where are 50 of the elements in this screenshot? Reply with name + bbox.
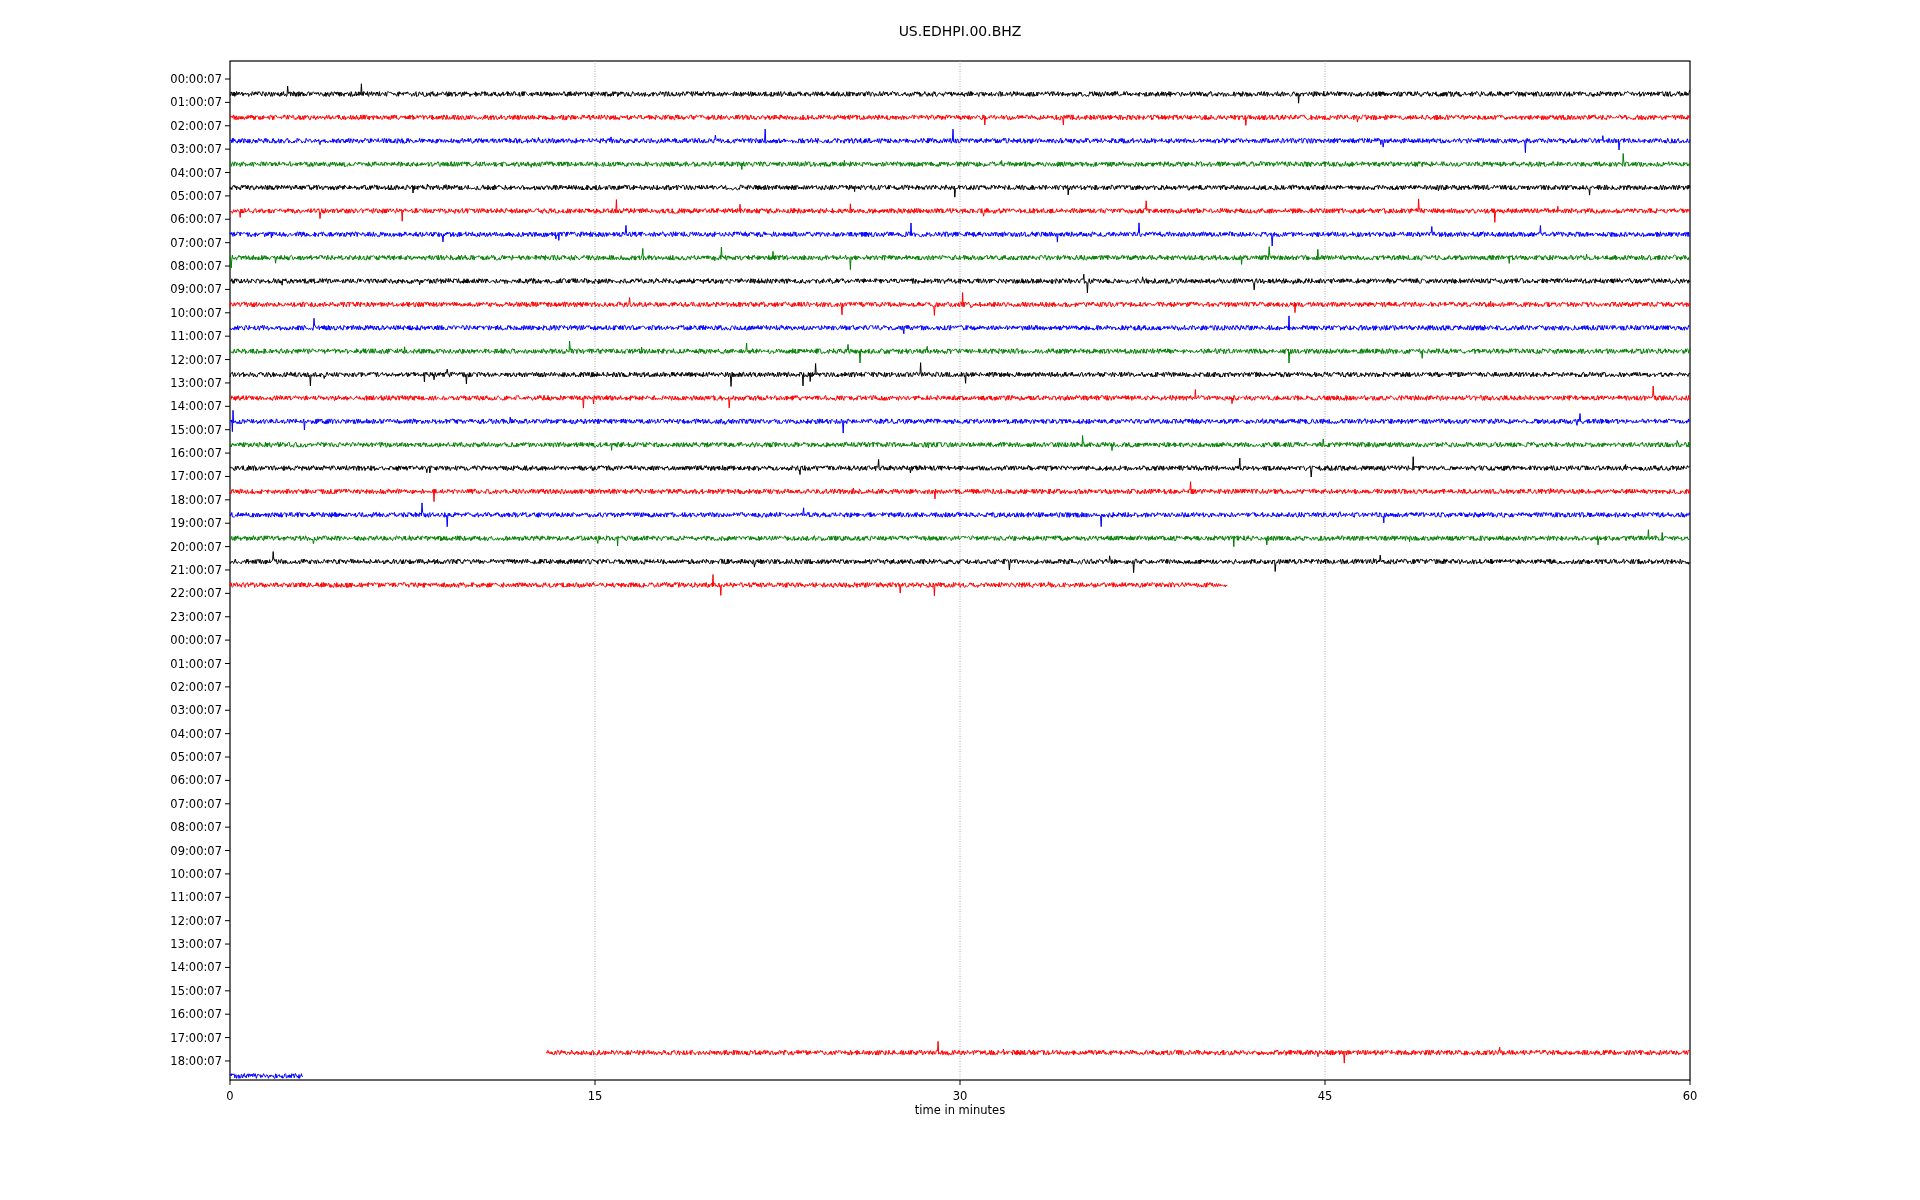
y-tick-label: 14:00:07 <box>170 960 222 975</box>
y-tick-label: 09:00:07 <box>170 282 222 297</box>
y-tick-label: 06:00:07 <box>170 773 222 788</box>
y-tick-label: 00:00:07 <box>170 633 222 648</box>
y-tick-label: 03:00:07 <box>170 703 222 718</box>
y-tick-label: 18:00:07 <box>170 1053 222 1068</box>
y-tick-label: 14:00:07 <box>170 399 222 414</box>
y-tick-label: 18:00:07 <box>170 492 222 507</box>
x-tick-label: 60 <box>1682 1089 1698 1103</box>
y-tick-label: 10:00:07 <box>170 305 222 320</box>
y-tick-label: 17:00:07 <box>170 469 222 484</box>
x-tick-label: 15 <box>587 1089 603 1103</box>
y-tick-label: 16:00:07 <box>170 446 222 461</box>
x-tick-label: 30 <box>952 1089 968 1103</box>
y-tick-label: 16:00:07 <box>170 1007 222 1022</box>
y-tick-label: 02:00:07 <box>170 679 222 694</box>
y-tick-label: 23:00:07 <box>170 609 222 624</box>
y-tick-label: 22:00:07 <box>170 586 222 601</box>
y-tick-label: 13:00:07 <box>170 937 222 952</box>
y-tick-label: 20:00:07 <box>170 539 222 554</box>
y-tick-label: 03:00:07 <box>170 142 222 157</box>
x-tick-label: 45 <box>1317 1089 1333 1103</box>
y-tick-label: 08:00:07 <box>170 259 222 274</box>
y-tick-label: 12:00:07 <box>170 352 222 367</box>
y-tick-label: 15:00:07 <box>170 422 222 437</box>
y-tick-label: 19:00:07 <box>170 516 222 531</box>
y-tick-label: 15:00:07 <box>170 983 222 998</box>
y-tick-label: 06:00:07 <box>170 212 222 227</box>
chart-title: US.EDHPI.00.BHZ <box>898 23 1022 39</box>
y-tick-label: 21:00:07 <box>170 563 222 577</box>
y-tick-label: 17:00:07 <box>170 1030 222 1045</box>
y-tick-label: 12:00:07 <box>170 913 222 928</box>
y-tick-label: 11:00:07 <box>170 329 222 344</box>
y-tick-label: 11:00:07 <box>170 890 222 905</box>
y-tick-label: 01:00:07 <box>170 656 222 671</box>
y-tick-label: 13:00:07 <box>170 375 222 390</box>
y-tick-label: 01:00:07 <box>170 95 222 110</box>
x-axis-label: time in minutes <box>914 1103 1006 1117</box>
y-tick-label: 07:00:07 <box>170 796 222 811</box>
y-tick-label: 04:00:07 <box>170 165 222 180</box>
y-tick-label: 05:00:07 <box>170 188 222 203</box>
x-tick-label: 0 <box>226 1089 234 1103</box>
y-tick-label: 09:00:07 <box>170 843 222 858</box>
y-tick-label: 02:00:07 <box>170 118 222 133</box>
y-tick-label: 05:00:07 <box>170 750 222 764</box>
y-tick-label: 04:00:07 <box>170 726 222 741</box>
y-tick-label: 00:00:07 <box>170 72 222 86</box>
y-tick-label: 08:00:07 <box>170 820 222 835</box>
y-tick-label: 07:00:07 <box>170 235 222 250</box>
y-tick-label: 10:00:07 <box>170 866 222 881</box>
